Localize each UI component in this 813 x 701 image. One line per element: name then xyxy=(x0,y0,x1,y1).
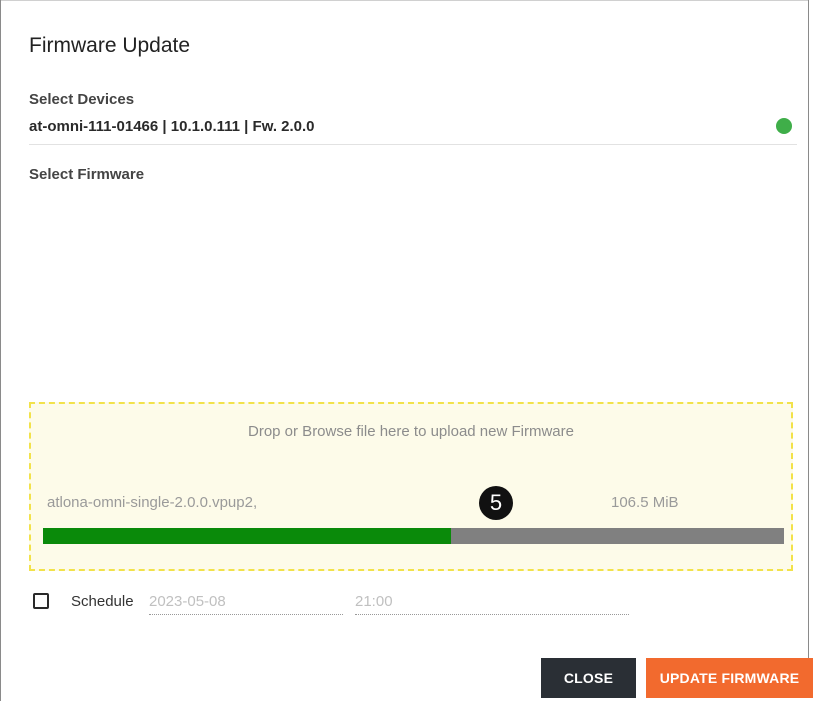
upload-progress-fill xyxy=(43,528,451,544)
update-firmware-button[interactable]: UPDATE FIRMWARE xyxy=(646,658,813,698)
schedule-time-field[interactable]: 21:00 xyxy=(355,593,629,615)
device-info: at-omni-111-01466 | 10.1.0.111 | Fw. 2.0… xyxy=(29,118,315,135)
firmware-file-size: 106.5 MiB xyxy=(611,494,679,511)
firmware-file-name: atlona-omni-single-2.0.0.vpup2, xyxy=(47,494,258,511)
schedule-checkbox[interactable] xyxy=(33,593,49,609)
select-devices-label: Select Devices xyxy=(29,91,135,108)
dialog-top-border xyxy=(0,0,809,1)
dropzone-hint: Drop or Browse file here to upload new F… xyxy=(248,423,574,440)
dialog-right-border xyxy=(808,0,809,660)
close-button[interactable]: CLOSE xyxy=(541,658,636,698)
upload-progress-bar xyxy=(43,528,784,544)
dialog-title: Firmware Update xyxy=(29,34,191,57)
select-firmware-label: Select Firmware xyxy=(29,166,145,183)
schedule-label: Schedule xyxy=(71,593,134,610)
dialog-left-border xyxy=(0,0,1,701)
firmware-dropzone[interactable]: Drop or Browse file here to upload new F… xyxy=(29,402,793,571)
step-number-badge: 5 xyxy=(479,486,513,520)
schedule-date-field[interactable]: 2023-05-08 xyxy=(149,593,343,615)
device-row[interactable]: at-omni-111-01466 | 10.1.0.111 | Fw. 2.0… xyxy=(29,116,797,145)
device-status-indicator xyxy=(776,118,792,134)
